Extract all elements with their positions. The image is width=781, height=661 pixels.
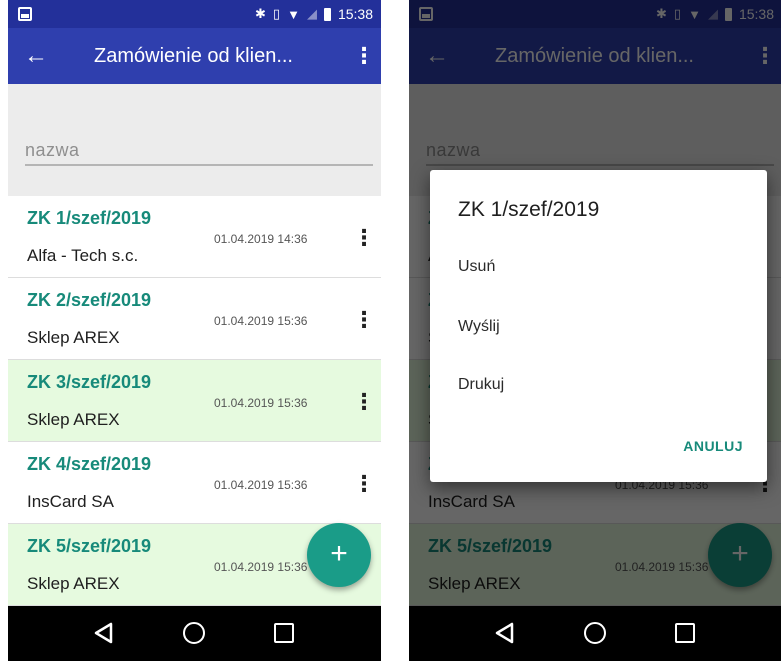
delete-option[interactable]: Usuń	[458, 258, 495, 276]
nav-recent-icon[interactable]	[274, 623, 294, 643]
nav-home-icon[interactable]	[584, 622, 606, 644]
order-actions-dialog: ZK 1/szef/2019 Usuń Wyślij Drukuj ANULUJ	[430, 170, 767, 482]
navigation-bar	[8, 606, 381, 661]
order-row[interactable]: ZK 1/szef/2019 Alfa - Tech s.c. 01.04.20…	[8, 196, 381, 278]
cancel-button[interactable]: ANULUJ	[683, 438, 743, 454]
order-client: InsCard SA	[27, 492, 114, 511]
image-icon	[18, 7, 32, 21]
no-signal-icon: ◢	[306, 6, 317, 21]
vibrate-icon: ▯	[272, 6, 281, 21]
navigation-bar	[409, 606, 781, 661]
dialog-title: ZK 1/szef/2019	[458, 198, 600, 221]
order-number: ZK 5/szef/2019	[27, 536, 152, 556]
row-more-vert-icon[interactable]: ⋮	[353, 382, 375, 422]
status-time: 15:38	[337, 6, 373, 22]
order-date: 01.04.2019 14:36	[214, 232, 308, 246]
nav-recent-icon[interactable]	[675, 623, 695, 643]
order-row[interactable]: ZK 3/szef/2019 Sklep AREX 01.04.2019 15:…	[8, 360, 381, 442]
order-row[interactable]: ZK 2/szef/2019 Sklep AREX 01.04.2019 15:…	[8, 278, 381, 360]
order-date: 01.04.2019 15:36	[214, 396, 308, 410]
nav-back-icon[interactable]	[93, 622, 115, 644]
search-area	[8, 84, 381, 196]
wifi-icon: ▼	[287, 6, 300, 22]
battery-icon	[323, 7, 331, 21]
row-more-vert-icon[interactable]: ⋮	[353, 218, 375, 258]
nav-back-icon[interactable]	[494, 622, 516, 644]
order-date: 01.04.2019 15:36	[214, 560, 308, 574]
search-input[interactable]	[25, 136, 373, 166]
phone-screen-dialog: ✱ ▯ ▼ ◢ 15:38 ← Zamówienie od klien... ⋮…	[409, 0, 781, 661]
order-number: ZK 4/szef/2019	[27, 454, 152, 474]
nav-home-icon[interactable]	[183, 622, 205, 644]
phone-screen-list: ✱ ▯ ▼ ◢ 15:38 ← Zamówienie od klien... ⋮…	[8, 0, 381, 661]
order-client: Sklep AREX	[27, 328, 120, 347]
status-icons: ✱ ▯ ▼ ◢ 15:38	[255, 0, 373, 28]
order-number: ZK 3/szef/2019	[27, 372, 152, 392]
page-title: Zamówienie od klien...	[94, 45, 293, 67]
order-date: 01.04.2019 15:36	[214, 314, 308, 328]
more-vert-icon[interactable]: ⋮	[353, 28, 375, 84]
arrow-back-icon[interactable]: ←	[24, 28, 48, 84]
order-number: ZK 2/szef/2019	[27, 290, 152, 310]
app-bar: ← Zamówienie od klien... ⋮	[8, 28, 381, 84]
add-order-button[interactable]: +	[307, 523, 371, 587]
order-row[interactable]: ZK 4/szef/2019 InsCard SA 01.04.2019 15:…	[8, 442, 381, 524]
row-more-vert-icon[interactable]: ⋮	[353, 464, 375, 504]
order-client: Sklep AREX	[27, 410, 120, 429]
status-bar: ✱ ▯ ▼ ◢ 15:38	[8, 0, 381, 28]
order-client: Alfa - Tech s.c.	[27, 246, 139, 265]
order-date: 01.04.2019 15:36	[214, 478, 308, 492]
send-option[interactable]: Wyślij	[458, 318, 500, 336]
print-option[interactable]: Drukuj	[458, 376, 504, 394]
bluetooth-icon: ✱	[255, 6, 266, 21]
order-client: Sklep AREX	[27, 574, 120, 593]
row-more-vert-icon[interactable]: ⋮	[353, 300, 375, 340]
order-number: ZK 1/szef/2019	[27, 208, 152, 228]
